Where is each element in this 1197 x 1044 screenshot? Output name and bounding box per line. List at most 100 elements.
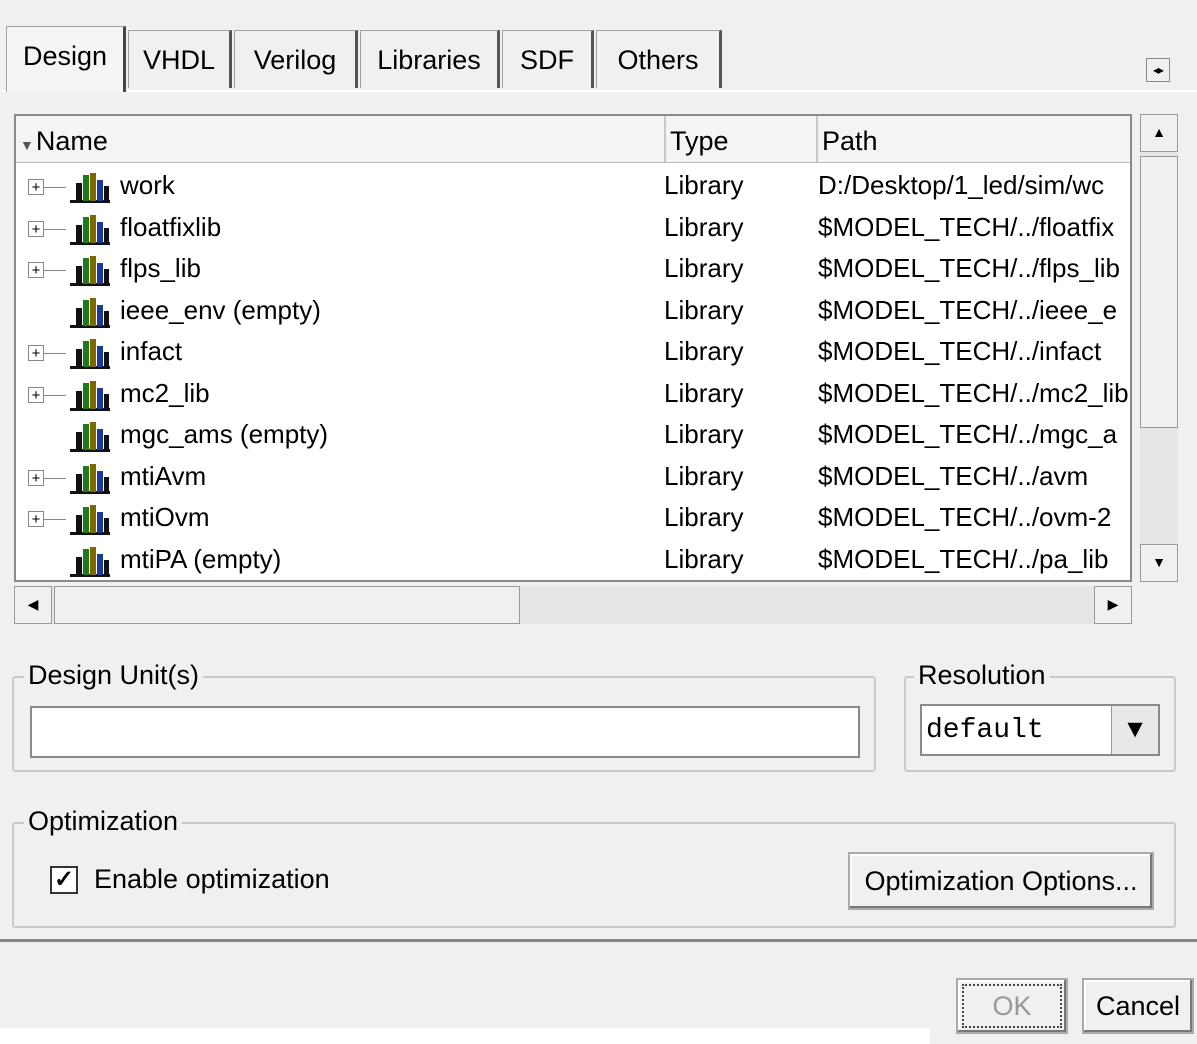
library-name: work <box>120 170 175 200</box>
library-name: mtiOvm <box>120 502 210 532</box>
scroll-right-button[interactable]: ▶ <box>1094 586 1132 624</box>
tab-design[interactable]: Design <box>6 26 126 92</box>
library-path: $MODEL_TECH/../ovm-2 <box>818 502 1112 532</box>
tab-scroll-buttons[interactable]: ◂▸ <box>1146 58 1170 82</box>
library-path: $MODEL_TECH/../pa_lib <box>818 543 1109 574</box>
column-header-type[interactable]: Type <box>666 116 818 162</box>
tree-connector <box>44 228 66 230</box>
table-row[interactable]: ieee_env (empty) Library $MODEL_TECH/../ie… <box>16 291 1130 332</box>
scroll-up-button[interactable]: ▲ <box>1140 114 1178 152</box>
list-header: ▼Name Type Path <box>16 116 1130 163</box>
optimization-options-button[interactable]: Optimization Options... <box>848 852 1154 910</box>
library-path: $MODEL_TECH/../ieee_e <box>818 294 1118 325</box>
table-row[interactable]: mgc_ams (empty) Library $MODEL_TECH/../mgc… <box>16 415 1130 456</box>
library-path: D:/Desktop/1_led/sim/wc <box>818 170 1105 200</box>
library-list[interactable]: ▼Name Type Path + work Library D:/Desktop/1… <box>14 114 1132 582</box>
expand-icon[interactable]: + <box>28 386 44 403</box>
library-icon <box>70 463 110 494</box>
expand-icon[interactable]: + <box>28 220 44 237</box>
tab-bar: Design VHDL Verilog Libraries SDF Others… <box>0 0 1197 92</box>
table-row[interactable]: mtiPA (empty) Library $MODEL_TECH/../pa_li… <box>16 540 1130 581</box>
ok-button[interactable]: OK <box>956 978 1068 1034</box>
horizontal-scrollbar[interactable]: ◀ ▶ <box>14 586 1132 624</box>
library-type: Library <box>664 460 744 491</box>
table-row[interactable]: + flps_lib Library $MODEL_TECH/../flps_lib <box>16 249 1130 290</box>
tree-connector <box>44 187 66 188</box>
vertical-scrollbar[interactable]: ▲ ▼ <box>1140 114 1178 582</box>
column-header-path[interactable]: Path <box>818 116 1130 162</box>
table-row[interactable]: + mtiAvm Library $MODEL_TECH/../avm <box>16 457 1130 498</box>
tab-scroll-right-icon[interactable]: ▸ <box>1158 63 1164 77</box>
scroll-left-button[interactable]: ◀ <box>14 586 52 624</box>
library-icon <box>70 256 110 286</box>
library-name: infact <box>120 336 183 366</box>
library-type: Library <box>664 543 744 574</box>
optimization-label: Optimization <box>24 806 183 837</box>
library-name: floatfixlib <box>120 211 222 242</box>
tree-connector <box>44 519 66 520</box>
tab-sdf[interactable]: SDF <box>502 30 594 88</box>
library-type: Library <box>664 502 744 532</box>
tab-vhdl[interactable]: VHDL <box>128 30 232 88</box>
dropdown-arrow-icon[interactable]: ▼ <box>1111 706 1158 754</box>
design-units-label: Design Unit(s) <box>24 660 204 691</box>
library-icon <box>70 339 110 369</box>
library-name: ieee_env (empty) <box>120 294 321 325</box>
library-path: $MODEL_TECH/../floatfix <box>818 211 1115 242</box>
tree-connector <box>44 394 66 396</box>
library-type: Library <box>664 253 744 283</box>
library-type: Library <box>664 377 744 408</box>
library-type: Library <box>664 294 744 325</box>
sort-icon: ▼ <box>20 137 34 153</box>
resolution-value: default <box>926 715 1044 746</box>
resolution-select[interactable]: default ▼ <box>920 704 1160 756</box>
library-name: mtiPA (empty) <box>120 543 282 574</box>
resolution-label: Resolution <box>914 660 1050 691</box>
expand-icon[interactable]: + <box>28 469 44 486</box>
enable-optimization-checkbox[interactable]: ✓ <box>50 866 78 894</box>
tab-others[interactable]: Others <box>596 30 722 88</box>
table-row[interactable]: + floatfixlib Library $MODEL_TECH/../floatf… <box>16 208 1130 249</box>
tab-verilog[interactable]: Verilog <box>234 30 358 88</box>
library-icon <box>70 546 110 577</box>
cancel-button[interactable]: Cancel <box>1082 978 1194 1034</box>
library-icon <box>70 214 110 245</box>
horizontal-scroll-thumb[interactable] <box>54 586 520 624</box>
library-name: mtiAvm <box>120 460 207 491</box>
expand-icon[interactable]: + <box>28 345 44 361</box>
enable-optimization-label[interactable]: Enable optimization <box>94 864 330 895</box>
library-path: $MODEL_TECH/../infact <box>818 336 1102 366</box>
design-units-input[interactable] <box>30 706 860 758</box>
library-path: $MODEL_TECH/../mc2_lib <box>818 377 1128 408</box>
library-path: $MODEL_TECH/../avm <box>818 460 1089 491</box>
library-type: Library <box>664 419 744 449</box>
library-path: $MODEL_TECH/../flps_lib <box>818 253 1120 283</box>
library-name: flps_lib <box>120 253 201 283</box>
expand-icon[interactable]: + <box>28 262 44 278</box>
expand-icon[interactable]: + <box>28 179 44 195</box>
tree-connector <box>44 477 66 479</box>
expand-icon[interactable]: + <box>28 511 44 527</box>
library-name: mgc_ams (empty) <box>120 419 329 449</box>
table-row[interactable]: + work Library D:/Desktop/1_led/sim/wc <box>16 166 1130 207</box>
table-row[interactable]: + mc2_lib Library $MODEL_TECH/../mc2_lib <box>16 374 1130 415</box>
tree-connector <box>44 270 66 271</box>
scroll-down-button[interactable]: ▼ <box>1140 544 1178 582</box>
library-icon <box>70 422 110 452</box>
vertical-scroll-thumb[interactable] <box>1140 156 1178 428</box>
library-icon <box>70 297 110 328</box>
tab-libraries[interactable]: Libraries <box>360 30 500 88</box>
library-icon <box>70 505 110 535</box>
library-type: Library <box>664 336 744 366</box>
library-icon <box>70 173 110 203</box>
column-header-name[interactable]: ▼Name <box>16 116 666 162</box>
library-type: Library <box>664 211 744 242</box>
library-name: mc2_lib <box>120 377 210 408</box>
tree-connector <box>44 353 66 354</box>
table-row[interactable]: + mtiOvm Library $MODEL_TECH/../ovm-2 <box>16 498 1130 539</box>
status-strip <box>0 1028 930 1044</box>
table-row[interactable]: + infact Library $MODEL_TECH/../infact <box>16 332 1130 373</box>
library-icon <box>70 380 110 411</box>
library-path: $MODEL_TECH/../mgc_a <box>818 419 1118 449</box>
library-type: Library <box>664 170 744 200</box>
